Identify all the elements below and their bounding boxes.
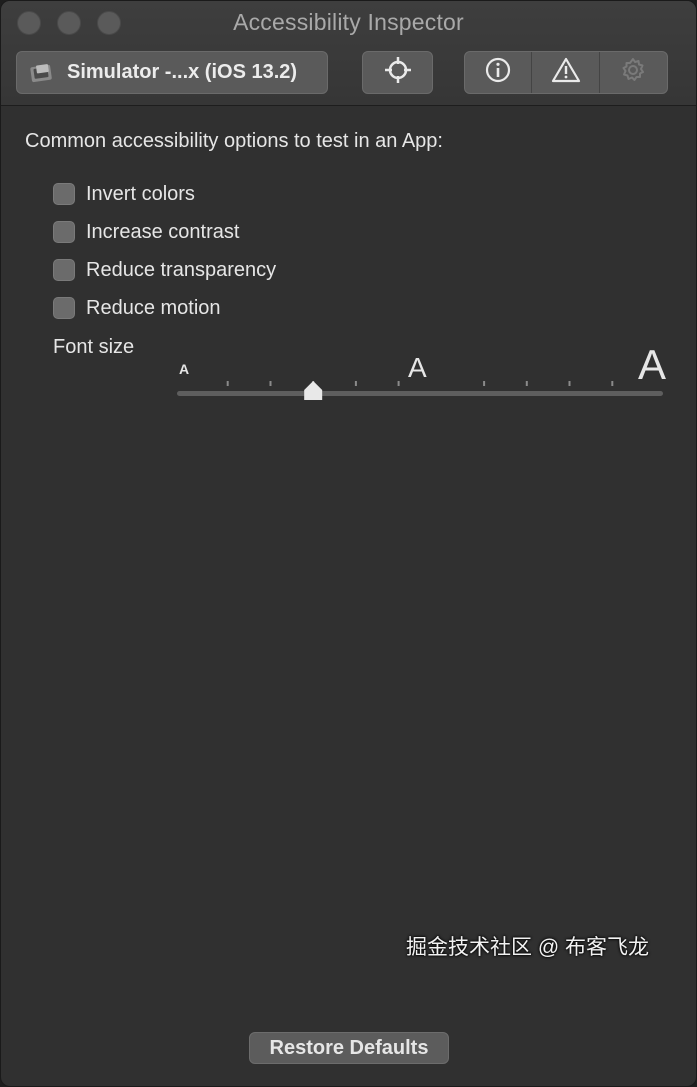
- font-size-medium-glyph: A: [408, 352, 427, 383]
- slider-tick: [226, 381, 229, 386]
- accessibility-inspector-window: Accessibility Inspector Simulator -...x …: [0, 0, 697, 1087]
- slider-tick: [354, 381, 357, 386]
- titlebar: Accessibility Inspector Simulator -...x …: [1, 1, 696, 106]
- font-size-large-glyph: A: [638, 341, 666, 388]
- slider-tick: [269, 381, 272, 386]
- restore-defaults-button[interactable]: Restore Defaults: [249, 1032, 449, 1064]
- font-size-slider[interactable]: A A A: [177, 332, 667, 402]
- option-reduce-motion[interactable]: Reduce motion: [53, 294, 221, 322]
- option-label: Invert colors: [86, 182, 195, 205]
- audit-tab[interactable]: [532, 52, 600, 93]
- font-size-label: Font size: [53, 336, 135, 358]
- info-icon: [484, 56, 512, 89]
- slider-track: [177, 391, 663, 396]
- slider-tick: [397, 381, 400, 386]
- inspector-mode-segmented-control: [464, 51, 668, 94]
- warning-icon: [551, 56, 581, 89]
- option-label: Reduce transparency: [86, 258, 277, 281]
- option-label: Increase contrast: [86, 220, 240, 243]
- reduce-transparency-checkbox[interactable]: [53, 259, 75, 281]
- slider-thumb[interactable]: [304, 381, 323, 400]
- slider-tick: [525, 381, 528, 386]
- settings-tab[interactable]: [600, 52, 667, 93]
- option-increase-contrast[interactable]: Increase contrast: [53, 218, 239, 246]
- increase-contrast-checkbox[interactable]: [53, 221, 75, 243]
- font-size-small-glyph: A: [179, 361, 189, 377]
- invert-colors-checkbox[interactable]: [53, 183, 75, 205]
- option-reduce-transparency[interactable]: Reduce transparency: [53, 256, 276, 284]
- crosshair-icon: [383, 55, 413, 90]
- panel-heading: Common accessibility options to test in …: [25, 130, 443, 152]
- option-invert-colors[interactable]: Invert colors: [53, 180, 195, 208]
- slider-tick: [611, 381, 614, 386]
- window-title: Accessibility Inspector: [233, 9, 464, 35]
- slider-tick: [568, 381, 571, 386]
- reduce-motion-checkbox[interactable]: [53, 297, 75, 319]
- target-inspect-button[interactable]: [362, 51, 433, 94]
- option-label: Reduce motion: [86, 296, 221, 319]
- gear-icon: [619, 56, 647, 89]
- inspection-tab[interactable]: [465, 52, 533, 93]
- watermark-text: 掘金技术社区 @ 布客飞龙: [406, 936, 649, 959]
- slider-tick: [483, 381, 486, 386]
- device-picker-label: Simulator -...x (iOS 13.2): [67, 61, 298, 83]
- device-picker-button[interactable]: Simulator -...x (iOS 13.2): [16, 51, 328, 94]
- simulator-device-icon: [29, 62, 55, 84]
